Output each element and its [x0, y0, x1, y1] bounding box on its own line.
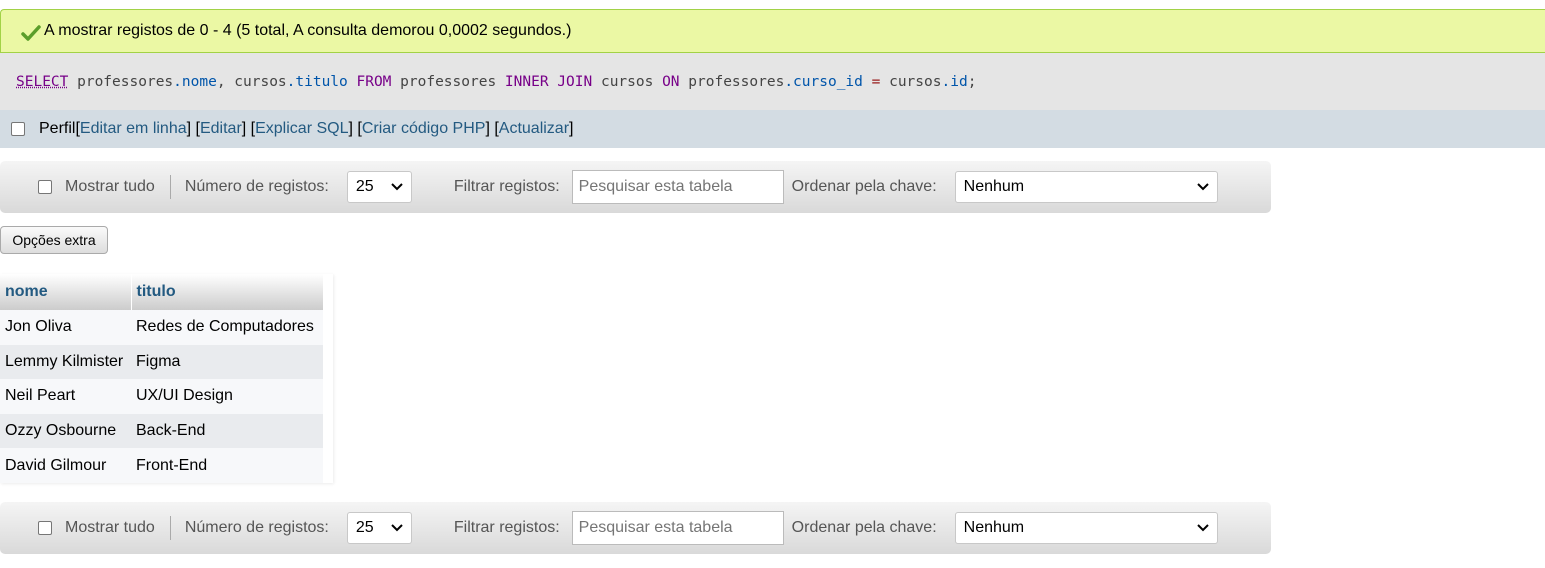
sort-key-select[interactable]: Nenhum — [954, 171, 1218, 203]
cell-titulo: Front-End — [131, 448, 323, 483]
table-navigation-top: Mostrar tudo Número de registos: 25 Filt… — [0, 161, 1271, 213]
filter-rows-label: Filtrar registos: — [453, 178, 560, 195]
cell-titulo: Redes de Computadores — [131, 310, 323, 345]
profile-label: Perfil — [39, 120, 76, 137]
query-actions-bar: Perfil [ Editar em linha ] [ Editar ] [ … — [0, 110, 1545, 148]
filter-rows-label: Filtrar registos: — [453, 519, 560, 536]
bracket: ] [ — [186, 120, 200, 137]
cell-nome: Neil Peart — [0, 379, 131, 414]
rows-count-label: Número de registos: — [184, 519, 329, 536]
filter-search-placeholder: Pesquisar esta tabela — [578, 519, 733, 536]
sql-query-display: SELECT professores .nome, cursos .titulo F… — [0, 53, 1545, 110]
table-row: Lemmy Kilmister Figma — [0, 344, 323, 380]
sql-token: = — [862, 73, 890, 90]
edit-inline-link[interactable]: Editar em linha — [80, 120, 187, 138]
cell-nome: Ozzy Osbourne — [0, 413, 131, 449]
chevron-down-icon — [391, 183, 403, 191]
bracket: ] — [569, 120, 574, 137]
show-all-checkbox[interactable] — [38, 521, 52, 535]
bracket: ] [ — [485, 120, 499, 137]
explain-sql-link[interactable]: Explicar SQL — [255, 120, 348, 138]
rows-count-value: 25 — [355, 178, 374, 195]
chevron-down-icon — [1196, 183, 1209, 191]
chevron-down-icon — [1196, 524, 1209, 532]
sql-token: .titulo — [286, 73, 348, 90]
success-message-bar: A mostrar registos de 0 - 4 (5 total, A … — [0, 9, 1545, 53]
sql-token: .nome — [173, 73, 217, 90]
sql-token: , cursos — [216, 73, 287, 90]
cell-titulo: UX/UI Design — [131, 379, 323, 414]
create-php-code-link[interactable]: Criar código PHP — [362, 120, 486, 138]
sql-token: professores — [391, 73, 505, 90]
success-message-text: A mostrar registos de 0 - 4 (5 total, A … — [44, 22, 572, 39]
cell-nome: Lemmy Kilmister — [0, 344, 131, 380]
cell-titulo: Back-End — [131, 413, 323, 449]
sql-token: professores — [679, 73, 785, 90]
rows-count-select[interactable]: 25 — [346, 171, 412, 203]
refresh-link[interactable]: Actualizar — [499, 120, 569, 138]
table-row: Ozzy Osbourne Back-End — [0, 413, 323, 449]
table-row: David Gilmour Front-End — [0, 448, 323, 483]
sql-token: INNER JOIN — [504, 73, 593, 90]
rows-count-label: Número de registos: — [184, 178, 329, 195]
sort-key-value: Nenhum — [963, 178, 1025, 195]
sql-token: cursos — [592, 73, 663, 90]
check-icon — [21, 24, 41, 41]
table-navigation-bottom: Mostrar tudo Número de registos: 25 Filt… — [0, 502, 1271, 554]
rows-count-value: 25 — [355, 519, 374, 536]
sql-token: SELECT — [16, 73, 69, 90]
sql-token: FROM — [347, 73, 392, 90]
show-all-toggle[interactable]: Mostrar tudo — [38, 519, 155, 537]
sql-token: .curso_id — [784, 73, 863, 90]
table-row: Jon Oliva Redes de Computadores — [0, 310, 323, 345]
cell-titulo: Figma — [131, 344, 323, 380]
table-header-row: nome titulo — [0, 274, 324, 310]
filter-search-placeholder: Pesquisar esta tabela — [578, 178, 733, 195]
sort-key-label: Ordenar pela chave: — [791, 519, 937, 536]
column-header-titulo[interactable]: titulo — [131, 274, 324, 310]
sort-key-label: Ordenar pela chave: — [791, 178, 937, 195]
sort-key-value: Nenhum — [963, 519, 1025, 536]
results-table-container: nome titulo Jon Oliva Redes de Computado… — [0, 274, 333, 483]
chevron-down-icon — [391, 524, 403, 532]
table-row: Neil Peart UX/UI Design — [0, 379, 323, 414]
cell-nome: Jon Oliva — [0, 310, 131, 345]
filter-search-input[interactable]: Pesquisar esta tabela — [571, 511, 784, 545]
show-all-label: Mostrar tudo — [65, 178, 155, 195]
bracket: ] [ — [241, 120, 256, 137]
column-header-nome[interactable]: nome — [0, 274, 132, 310]
extra-options-button[interactable]: Opções extra — [0, 226, 108, 254]
results-table: nome titulo Jon Oliva Redes de Computado… — [0, 274, 324, 483]
sql-token: ; — [967, 73, 977, 90]
bracket: ] [ — [348, 120, 362, 137]
show-all-label: Mostrar tudo — [65, 519, 155, 536]
profile-checkbox[interactable] — [11, 122, 25, 136]
show-all-checkbox[interactable] — [38, 180, 52, 194]
show-all-toggle[interactable]: Mostrar tudo — [38, 178, 155, 196]
edit-link[interactable]: Editar — [200, 120, 242, 138]
rows-count-select[interactable]: 25 — [346, 512, 412, 544]
sql-token: cursos — [889, 73, 942, 90]
divider — [169, 175, 171, 199]
sort-key-select[interactable]: Nenhum — [954, 512, 1218, 544]
filter-search-input[interactable]: Pesquisar esta tabela — [571, 170, 784, 204]
sql-token: .id — [941, 73, 968, 90]
sql-token: professores — [68, 73, 174, 90]
cell-nome: David Gilmour — [0, 448, 131, 483]
divider — [169, 516, 171, 540]
sql-token: ON — [662, 73, 680, 90]
